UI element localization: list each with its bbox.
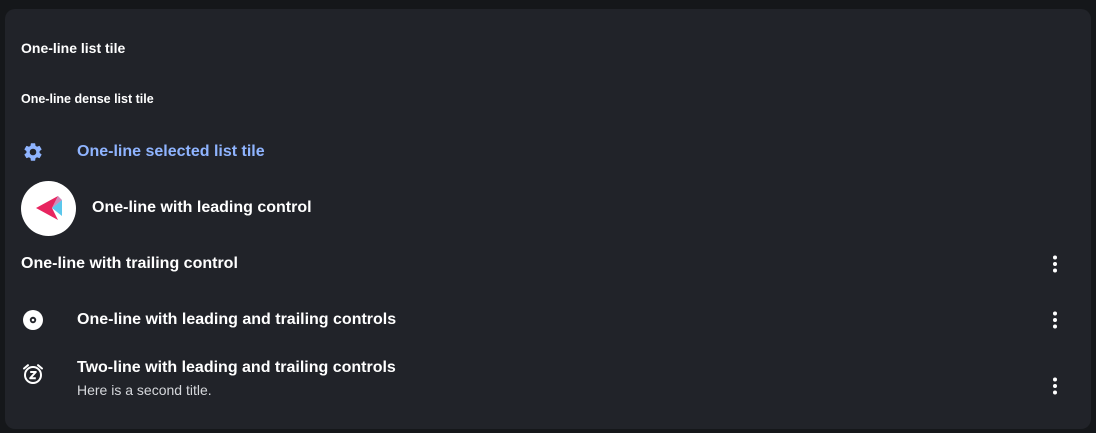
disc-icon: [21, 308, 45, 332]
list-tile-dense[interactable]: One-line dense list tile: [5, 85, 1091, 113]
list-tile-title: One-line selected list tile: [77, 143, 265, 160]
list-tile-trailing-control[interactable]: One-line with trailing control: [5, 247, 1091, 281]
snooze-alarm-icon: [21, 362, 45, 386]
list-tile-leading-trailing[interactable]: One-line with leading and trailing contr…: [5, 303, 1091, 337]
list-tile-title: One-line with leading control: [92, 199, 312, 216]
app-logo-avatar[interactable]: [21, 180, 76, 236]
list-tile-one-line[interactable]: One-line list tile: [5, 32, 1091, 64]
list-tile-two-line[interactable]: Two-line with leading and trailing contr…: [5, 359, 1091, 405]
list-tile-leading-control[interactable]: One-line with leading control: [5, 179, 1091, 237]
more-vert-icon[interactable]: [1043, 308, 1067, 332]
list-tile-selected[interactable]: One-line selected list tile: [5, 136, 1091, 168]
more-vert-icon[interactable]: [1043, 252, 1067, 276]
list-tile-subtitle: Here is a second title.: [77, 382, 212, 398]
list-panel: One-line list tile One-line dense list t…: [5, 9, 1091, 429]
list-tile-title: One-line with leading and trailing contr…: [77, 311, 397, 328]
list-tile-title: Two-line with leading and trailing contr…: [77, 359, 396, 376]
list-tile-title: One-line list tile: [21, 40, 126, 56]
more-vert-icon[interactable]: [1043, 374, 1067, 398]
list-tile-title: One-line dense list tile: [21, 92, 154, 106]
gear-icon: [21, 140, 45, 164]
list-tile-title: One-line with trailing control: [21, 255, 238, 272]
